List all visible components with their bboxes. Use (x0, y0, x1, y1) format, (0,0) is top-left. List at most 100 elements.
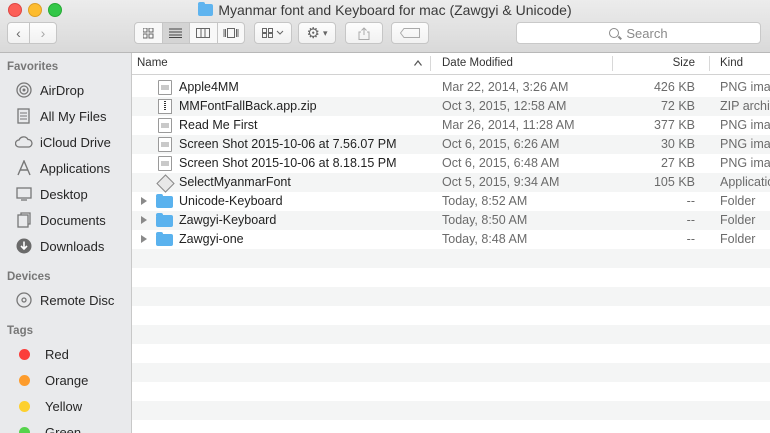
airdrop-icon (15, 81, 33, 99)
file-row[interactable]: Screen Shot 2015-10-06 at 8.18.15 PM Oct… (132, 154, 770, 173)
empty-row (132, 325, 770, 344)
sidebar-item-icloud-drive[interactable]: iCloud Drive (0, 130, 131, 154)
file-name: MMFontFallBack.app.zip (179, 99, 317, 113)
file-row[interactable]: SelectMyanmarFont Oct 5, 2015, 9:34 AM 1… (132, 173, 770, 192)
column-divider[interactable] (430, 56, 431, 71)
image-file-icon (158, 156, 172, 171)
file-date: Mar 22, 2014, 3:26 AM (442, 80, 569, 94)
file-date: Today, 8:50 AM (442, 213, 528, 227)
sidebar-item-downloads[interactable]: Downloads (0, 234, 131, 258)
arrange-grid-icon (262, 28, 284, 38)
sidebar-item-applications[interactable]: Applications (0, 156, 131, 180)
red-tag-dot-icon (19, 348, 30, 360)
list-icon (169, 28, 183, 38)
file-row[interactable]: MMFontFallBack.app.zip Oct 3, 2015, 12:5… (132, 97, 770, 116)
sidebar-item-label: Downloads (40, 238, 105, 254)
file-date: Oct 3, 2015, 12:58 AM (442, 99, 567, 113)
folder-row[interactable]: Zawgyi-one Today, 8:48 AM -- Folder (132, 230, 770, 249)
back-button[interactable]: ‹ (7, 22, 30, 44)
green-tag-dot-icon (19, 426, 30, 433)
sidebar-item-label: iCloud Drive (40, 134, 111, 150)
empty-row (132, 249, 770, 268)
window-title: Myanmar font and Keyboard for mac (Zawgy… (0, 1, 770, 19)
sidebar-item-label: Desktop (40, 186, 88, 202)
file-name: Read Me First (179, 118, 258, 132)
cover-flow-view-button[interactable] (218, 23, 245, 43)
file-row[interactable]: Apple4MM Mar 22, 2014, 3:26 AM 426 KB PN… (132, 78, 770, 97)
disclosure-triangle-icon[interactable] (141, 197, 147, 205)
folder-row[interactable]: Zawgyi-Keyboard Today, 8:50 AM -- Folder (132, 211, 770, 230)
file-name: SelectMyanmarFont (179, 175, 291, 189)
chevron-left-icon: ‹ (16, 25, 21, 41)
folder-row[interactable]: Unicode-Keyboard Today, 8:52 AM -- Folde… (132, 192, 770, 211)
sidebar-tag-green[interactable]: Green (0, 420, 131, 433)
column-header-date[interactable]: Date Modified (442, 53, 592, 74)
file-kind: PNG image (720, 156, 770, 170)
applications-icon (15, 159, 33, 177)
sidebar-item-documents[interactable]: Documents (0, 208, 131, 232)
action-button[interactable]: ⚙ ▾ (298, 22, 336, 44)
search-field[interactable]: Search (516, 22, 761, 44)
search-placeholder: Search (626, 25, 668, 41)
file-row[interactable]: Read Me First Mar 26, 2014, 11:28 AM 377… (132, 116, 770, 135)
file-list: Name Date Modified Size Kind Apple4MM Ma… (132, 53, 770, 433)
view-mode-selector (134, 22, 245, 44)
list-view-button[interactable] (162, 23, 190, 43)
sidebar-item-desktop[interactable]: Desktop (0, 182, 131, 206)
sidebar-tag-orange[interactable]: Orange (0, 368, 131, 392)
empty-row (132, 363, 770, 382)
disclosure-triangle-icon[interactable] (141, 216, 147, 224)
image-file-icon (158, 118, 172, 133)
sidebar-tag-red[interactable]: Red (0, 342, 131, 366)
file-name: Zawgyi-Keyboard (179, 213, 277, 227)
cover-flow-icon (223, 28, 239, 38)
file-size: 27 KB (660, 156, 695, 170)
file-name: Screen Shot 2015-10-06 at 8.18.15 PM (179, 156, 397, 170)
app-icon (158, 175, 172, 190)
column-view-button[interactable] (190, 23, 218, 43)
column-header-name-label: Name (137, 57, 168, 69)
sidebar-item-remote-disc[interactable]: Remote Disc (0, 288, 131, 312)
sidebar-item-airdrop[interactable]: AirDrop (0, 78, 131, 102)
empty-row (132, 287, 770, 306)
sidebar-item-label: Yellow (45, 398, 83, 414)
gear-icon: ⚙ (306, 25, 320, 42)
file-kind: Application (720, 175, 770, 189)
edit-tags-button[interactable] (391, 22, 429, 44)
file-date: Oct 6, 2015, 6:26 AM (442, 137, 560, 151)
sidebar-item-all-my-files[interactable]: All My Files (0, 104, 131, 128)
disclosure-triangle-icon[interactable] (141, 235, 147, 243)
column-header-kind[interactable]: Kind (720, 53, 770, 74)
file-date: Today, 8:48 AM (442, 232, 528, 246)
forward-button[interactable]: › (29, 22, 57, 44)
file-row[interactable]: Screen Shot 2015-10-06 at 7.56.07 PM Oct… (132, 135, 770, 154)
file-kind: PNG image (720, 118, 770, 132)
sidebar: Favorites AirDrop All My Files iCloud Dr… (0, 53, 132, 433)
share-icon (358, 26, 370, 40)
file-size: -- (686, 232, 695, 246)
icon-view-button[interactable] (135, 23, 163, 43)
column-divider[interactable] (612, 56, 613, 71)
window-title-text: Myanmar font and Keyboard for mac (Zawgy… (218, 2, 572, 18)
column-header-name[interactable]: Name (137, 53, 417, 74)
share-button[interactable] (345, 22, 383, 44)
sidebar-item-label: Orange (45, 372, 89, 388)
empty-row (132, 401, 770, 420)
file-date: Oct 6, 2015, 6:48 AM (442, 156, 560, 170)
folder-icon (198, 2, 214, 16)
sort-ascending-icon (414, 60, 422, 66)
column-header-size-label: Size (672, 57, 695, 69)
folder-icon (156, 213, 173, 227)
arrange-button[interactable] (254, 22, 292, 44)
sidebar-tag-yellow[interactable]: Yellow (0, 394, 131, 418)
sidebar-item-label: Applications (40, 160, 111, 176)
column-header-size[interactable]: Size (632, 53, 695, 74)
file-kind: ZIP archive (720, 99, 770, 113)
chevron-down-icon: ▾ (322, 27, 328, 38)
file-date: Mar 26, 2014, 11:28 AM (442, 118, 575, 132)
yellow-tag-dot-icon (19, 400, 30, 412)
column-divider[interactable] (709, 56, 710, 71)
sidebar-item-label: All My Files (40, 108, 107, 124)
disc-icon (15, 291, 33, 309)
folder-icon (156, 232, 173, 246)
